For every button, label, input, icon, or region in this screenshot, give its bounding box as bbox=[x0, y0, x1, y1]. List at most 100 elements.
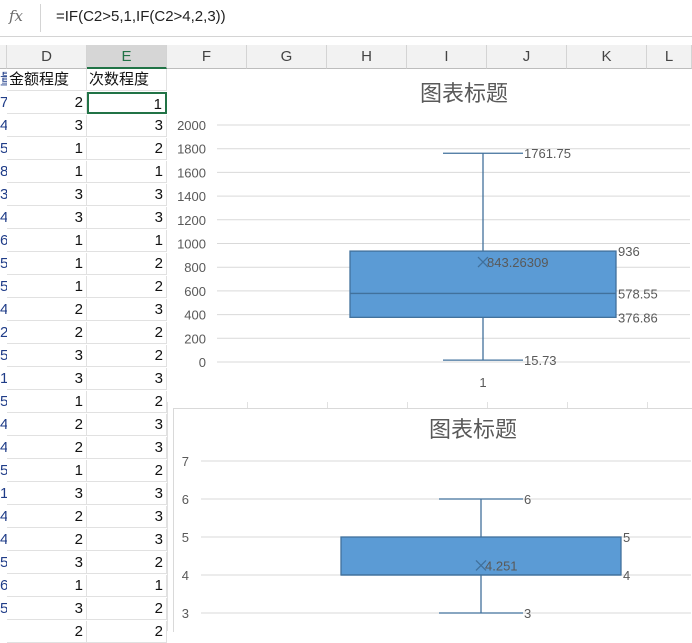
col-header-h[interactable]: H bbox=[327, 45, 407, 69]
cell-d[interactable]: 3 bbox=[7, 552, 87, 574]
cell-c[interactable]: 5 bbox=[0, 391, 7, 413]
cell-c[interactable]: 4 bbox=[0, 529, 7, 551]
cell-d[interactable]: 1 bbox=[7, 460, 87, 482]
cell-d[interactable]: 3 bbox=[7, 115, 87, 137]
cell-d-header[interactable]: 金额程度 bbox=[7, 69, 87, 91]
cell-d[interactable]: 3 bbox=[7, 207, 87, 229]
cell-e[interactable]: 2 bbox=[87, 598, 167, 620]
cell-e[interactable]: 2 bbox=[87, 345, 167, 367]
cell-c[interactable]: 5 bbox=[0, 276, 7, 298]
cell-d[interactable]: 1 bbox=[7, 230, 87, 252]
cell-d[interactable]: 2 bbox=[7, 529, 87, 551]
cell-e[interactable]: 1 bbox=[87, 92, 167, 114]
col-header-j[interactable]: J bbox=[487, 45, 567, 69]
cell-c[interactable]: 2 bbox=[0, 322, 7, 344]
col-header-e[interactable]: E bbox=[87, 45, 167, 69]
cell-d[interactable]: 2 bbox=[7, 506, 87, 528]
cell-c[interactable]: 7 bbox=[0, 92, 7, 114]
col-header-i[interactable]: I bbox=[407, 45, 487, 69]
label-q1: 376.86 bbox=[618, 310, 658, 325]
cell-e[interactable]: 3 bbox=[87, 437, 167, 459]
cell-d[interactable]: 2 bbox=[7, 299, 87, 321]
cell-d[interactable]: 1 bbox=[7, 161, 87, 183]
cell-d[interactable]: 3 bbox=[7, 184, 87, 206]
cell-c[interactable]: 4 bbox=[0, 299, 7, 321]
cell-d[interactable]: 2 bbox=[7, 414, 87, 436]
cell-e[interactable]: 3 bbox=[87, 368, 167, 390]
cell-e[interactable]: 2 bbox=[87, 138, 167, 160]
cell-c[interactable]: 4 bbox=[0, 414, 7, 436]
cell-d[interactable]: 2 bbox=[7, 92, 87, 114]
col-header-g[interactable]: G bbox=[247, 45, 327, 69]
col-header-k[interactable]: K bbox=[567, 45, 647, 69]
iqr-box bbox=[340, 536, 622, 576]
cell-c[interactable]: 6 bbox=[0, 575, 7, 597]
cell-d[interactable]: 2 bbox=[7, 621, 87, 643]
formula-bar: fx =IF(C2>5,1,IF(C2>4,2,3)) bbox=[0, 0, 692, 37]
label-q3: 5 bbox=[623, 530, 630, 545]
cell-c[interactable] bbox=[0, 621, 7, 643]
cell-d[interactable]: 3 bbox=[7, 368, 87, 390]
cell-d[interactable]: 1 bbox=[7, 276, 87, 298]
cell-d[interactable]: 3 bbox=[7, 598, 87, 620]
cell-e[interactable]: 2 bbox=[87, 391, 167, 413]
cell-e[interactable]: 1 bbox=[87, 230, 167, 252]
cell-c[interactable]: 5 bbox=[0, 253, 7, 275]
cell-c[interactable]: 5 bbox=[0, 460, 7, 482]
cell-e[interactable]: 2 bbox=[87, 276, 167, 298]
cell-d[interactable]: 1 bbox=[7, 253, 87, 275]
boxplot-chart-count[interactable]: 图表标题 3 4 5 6 7 6 5 4.251 4 3 bbox=[173, 408, 692, 632]
y-tick-label: 0 bbox=[199, 355, 206, 370]
cell-c[interactable]: 5 bbox=[0, 598, 7, 620]
cell-d[interactable]: 2 bbox=[7, 322, 87, 344]
cell-e[interactable]: 3 bbox=[87, 184, 167, 206]
cell-d[interactable]: 3 bbox=[7, 345, 87, 367]
cell-c[interactable]: 4 bbox=[0, 115, 7, 137]
cell-e[interactable]: 2 bbox=[87, 552, 167, 574]
col-header-c[interactable] bbox=[0, 45, 7, 69]
cell-c-header[interactable]: 量 bbox=[0, 69, 7, 91]
cell-e[interactable]: 1 bbox=[87, 575, 167, 597]
cell-c[interactable]: 4 bbox=[0, 207, 7, 229]
cell-c[interactable]: 4 bbox=[0, 506, 7, 528]
cell-d[interactable]: 1 bbox=[7, 575, 87, 597]
cell-e[interactable]: 2 bbox=[87, 460, 167, 482]
cell-e[interactable]: 3 bbox=[87, 483, 167, 505]
label-q3: 936 bbox=[618, 244, 640, 259]
cell-c[interactable]: 1 bbox=[0, 368, 7, 390]
col-header-f[interactable]: F bbox=[167, 45, 247, 69]
cell-c[interactable]: 6 bbox=[0, 230, 7, 252]
cell-d[interactable]: 1 bbox=[7, 138, 87, 160]
cell-d[interactable]: 3 bbox=[7, 483, 87, 505]
cell-e[interactable]: 2 bbox=[87, 322, 167, 344]
cell-c[interactable]: 5 bbox=[0, 552, 7, 574]
cell-e[interactable]: 3 bbox=[87, 115, 167, 137]
formula-input[interactable]: =IF(C2>5,1,IF(C2>4,2,3)) bbox=[56, 8, 226, 25]
cell-e[interactable]: 3 bbox=[87, 506, 167, 528]
y-tick-label: 1000 bbox=[177, 237, 206, 252]
cell-c[interactable]: 1 bbox=[0, 483, 7, 505]
chart-title: 图表标题 bbox=[420, 81, 508, 106]
cell-e[interactable]: 3 bbox=[87, 414, 167, 436]
cell-e[interactable]: 1 bbox=[87, 161, 167, 183]
col-header-l[interactable]: L bbox=[647, 45, 692, 69]
boxplot-chart-amount[interactable]: 图表标题 0 200 400 600 800 1000 1200 1400 1600 1800 200… bbox=[167, 69, 692, 402]
cell-c[interactable]: 5 bbox=[0, 138, 7, 160]
cell-e[interactable]: 3 bbox=[87, 529, 167, 551]
cell-d[interactable]: 1 bbox=[7, 391, 87, 413]
cell-c[interactable]: 3 bbox=[0, 184, 7, 206]
cell-c[interactable]: 4 bbox=[0, 437, 7, 459]
iqr-box bbox=[349, 250, 617, 318]
col-header-d[interactable]: D bbox=[7, 45, 87, 69]
cell-e[interactable]: 3 bbox=[87, 299, 167, 321]
cell-e[interactable]: 3 bbox=[87, 207, 167, 229]
cell-c[interactable]: 8 bbox=[0, 161, 7, 183]
cell-e[interactable]: 2 bbox=[87, 621, 167, 643]
cell-e-header[interactable]: 次数程度 bbox=[87, 69, 167, 91]
cell-e[interactable]: 2 bbox=[87, 253, 167, 275]
function-icon[interactable]: fx bbox=[9, 7, 23, 25]
cell-d[interactable]: 2 bbox=[7, 437, 87, 459]
y-tick-label: 2000 bbox=[177, 118, 206, 133]
cell-c[interactable]: 5 bbox=[0, 345, 7, 367]
label-mean: 843.26309 bbox=[487, 255, 548, 270]
